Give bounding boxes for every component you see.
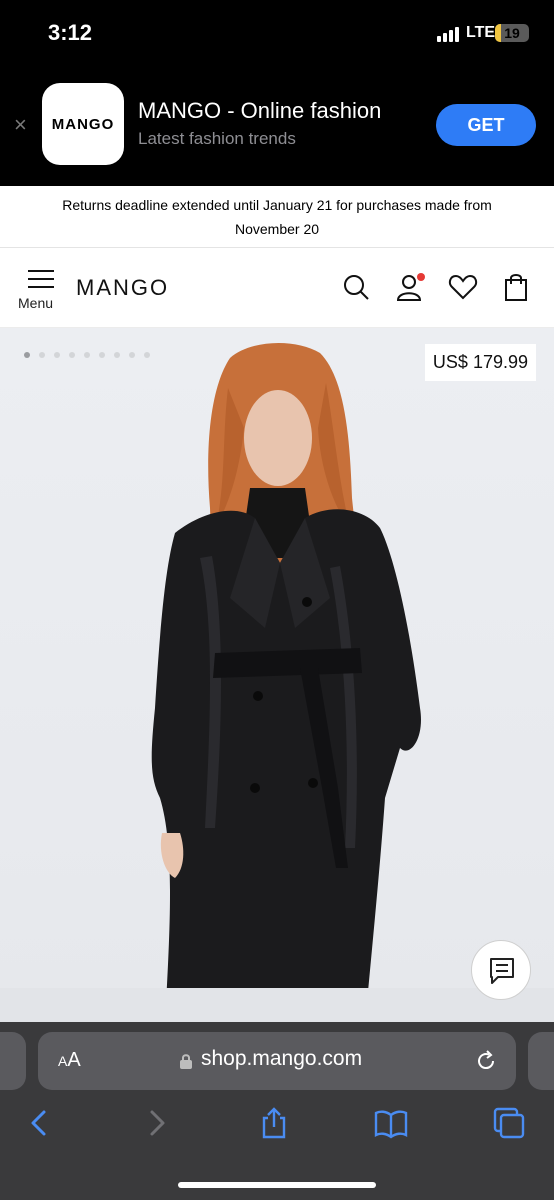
app-icon[interactable]: MANGO	[42, 83, 124, 165]
chat-icon	[490, 958, 514, 984]
browser-toolbar: AA shop.mango.com	[0, 1022, 554, 1200]
returns-notice: Returns deadline extended until January …	[0, 186, 554, 248]
hamburger-icon	[28, 270, 54, 288]
app-subtitle: Latest fashion trends	[138, 129, 296, 148]
smart-app-banner: × MANGO MANGO - Online fashion Latest fa…	[0, 66, 554, 186]
bookmarks-icon[interactable]	[374, 1106, 408, 1140]
app-icon-logo: MANGO	[51, 115, 115, 133]
carousel-dot[interactable]	[24, 352, 30, 358]
price-tag: US$ 179.99	[424, 344, 536, 381]
carousel-dot[interactable]	[144, 352, 150, 358]
search-icon[interactable]	[341, 272, 371, 302]
carousel-dot[interactable]	[129, 352, 135, 358]
forward-icon[interactable]	[140, 1106, 174, 1140]
heart-icon[interactable]	[448, 272, 478, 302]
site-logo[interactable]: MANGO	[76, 275, 169, 301]
carousel-dot[interactable]	[69, 352, 75, 358]
menu-button[interactable]: Menu	[18, 268, 64, 314]
share-icon[interactable]	[257, 1106, 291, 1140]
product-photo	[0, 342, 554, 1024]
back-icon[interactable]	[22, 1106, 56, 1140]
account-icon[interactable]	[395, 272, 425, 302]
status-time: 3:12	[48, 20, 93, 45]
notification-dot	[417, 273, 425, 281]
lock-icon	[180, 1054, 192, 1069]
status-bar: 3:12 LTE 19	[0, 0, 554, 66]
text-size-small-label: A	[58, 1053, 68, 1069]
carousel-dots	[24, 352, 159, 358]
reload-icon[interactable]	[474, 1049, 498, 1073]
shopping-bag-icon[interactable]	[502, 272, 532, 302]
tabs-icon[interactable]	[492, 1106, 526, 1140]
carousel-dot[interactable]	[54, 352, 60, 358]
carousel-dot[interactable]	[39, 352, 45, 358]
previous-tab-preview[interactable]	[0, 1032, 26, 1090]
carousel-dot[interactable]	[99, 352, 105, 358]
text-size-button[interactable]: AA	[58, 1049, 81, 1072]
url-text: shop.mango.com	[201, 1047, 363, 1070]
notice-text: Returns deadline extended until January …	[62, 196, 492, 237]
address-bar[interactable]: AA shop.mango.com	[38, 1032, 516, 1090]
next-tab-preview[interactable]	[528, 1032, 554, 1090]
close-icon[interactable]: ×	[14, 114, 27, 136]
menu-label: Menu	[18, 295, 54, 311]
carousel-dot[interactable]	[114, 352, 120, 358]
chat-button[interactable]	[471, 940, 531, 1000]
battery-level: 19	[504, 25, 520, 41]
site-header: Menu MANGO	[0, 248, 554, 328]
product-image-carousel[interactable]: US$ 179.99	[0, 328, 554, 1024]
network-label: LTE	[466, 24, 496, 41]
text-size-large-label: A	[67, 1049, 81, 1071]
battery-icon: 19	[495, 24, 529, 42]
carousel-dot[interactable]	[84, 352, 90, 358]
signal-icon	[437, 26, 461, 42]
home-indicator	[178, 1182, 376, 1188]
app-name: MANGO - Online fashion	[138, 98, 382, 123]
get-app-button[interactable]: GET	[436, 104, 536, 146]
